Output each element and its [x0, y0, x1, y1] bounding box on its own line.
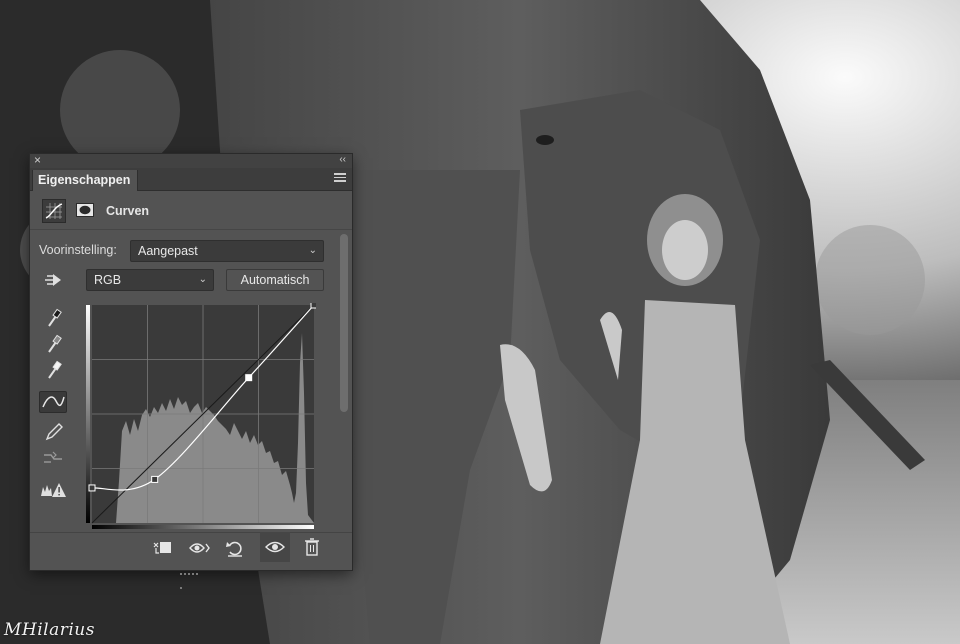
chevron-down-icon: ⌄ — [308, 245, 317, 256]
adjustment-title: Curven — [106, 204, 150, 218]
curve-points-tool[interactable] — [39, 391, 67, 413]
chevron-down-icon: ⌄ — [198, 274, 207, 285]
curve-control-point[interactable] — [245, 374, 253, 382]
curves-graph[interactable] — [86, 303, 316, 529]
curves-adjustment-icon[interactable] — [42, 199, 66, 223]
preset-label: Voorinstelling: — [39, 243, 117, 257]
clip-to-layer-icon[interactable] — [150, 537, 174, 559]
channel-dropdown[interactable]: RGB ⌄ — [86, 269, 214, 291]
scrollbar-thumb[interactable] — [340, 234, 348, 412]
visibility-eye-icon — [265, 541, 285, 553]
preset-dropdown[interactable]: Aangepast ⌄ — [130, 240, 324, 262]
collapse-icon[interactable]: ‹‹ — [339, 153, 346, 167]
white-point-eyedropper-icon — [48, 360, 62, 379]
panel-menu-icon[interactable] — [334, 173, 346, 184]
view-previous-state-icon[interactable] — [188, 537, 212, 559]
curve-control-point[interactable] — [310, 303, 316, 309]
visibility-toggle[interactable] — [260, 532, 290, 562]
tab-bar: Eigenschappen — [30, 168, 352, 191]
smooth-curve-icon — [44, 451, 62, 463]
adjustment-header: Curven — [30, 191, 352, 230]
resize-grip[interactable] — [180, 564, 202, 589]
smooth-curve-tool[interactable] — [39, 447, 67, 469]
clipping-warning-icon — [41, 483, 66, 497]
gray-point-eyedropper[interactable] — [39, 333, 67, 355]
tab-properties[interactable]: Eigenschappen — [32, 170, 138, 191]
white-point-eyedropper[interactable] — [39, 359, 67, 381]
panel-scrollbar[interactable] — [339, 232, 349, 532]
on-image-adjust-tool[interactable] — [39, 269, 67, 291]
panel-titlebar[interactable]: × ‹‹ — [30, 153, 352, 168]
gray-point-eyedropper-icon — [48, 334, 62, 353]
channel-value: RGB — [94, 273, 122, 287]
pencil-draw-tool[interactable] — [39, 420, 67, 442]
layer-mask-icon[interactable] — [76, 203, 94, 217]
curve-control-point[interactable] — [151, 475, 159, 483]
curve-points-icon — [42, 396, 65, 408]
photographer-signature: MHilarius — [4, 620, 95, 640]
input-gradient-bar — [92, 525, 314, 529]
black-point-eyedropper[interactable] — [39, 307, 67, 329]
preset-value: Aangepast — [138, 244, 198, 258]
black-point-eyedropper-icon — [48, 308, 62, 327]
reset-icon[interactable] — [223, 537, 247, 559]
on-image-adjust-icon — [45, 274, 61, 286]
delete-icon[interactable] — [300, 536, 324, 558]
curve-control-point[interactable] — [88, 484, 96, 492]
clipping-warning-tool[interactable] — [39, 479, 67, 501]
auto-button[interactable]: Automatisch — [226, 269, 324, 291]
pencil-draw-icon — [45, 423, 63, 441]
close-icon[interactable]: × — [34, 153, 41, 167]
properties-panel: × ‹‹ Eigenschappen Curven Voorinstelling… — [30, 153, 352, 589]
